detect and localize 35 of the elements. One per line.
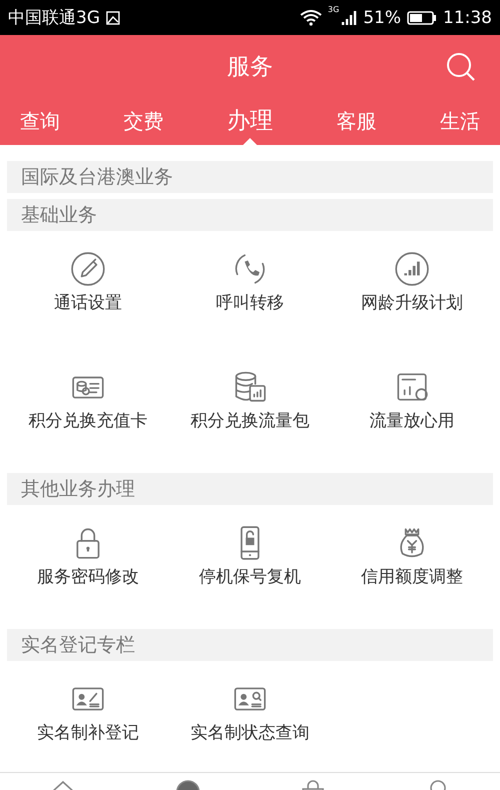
- service-item[interactable]: 积分兑换流量包: [169, 349, 331, 467]
- battery-percent: 51%: [363, 8, 401, 28]
- service-label: 实名制补登记: [37, 722, 139, 744]
- wifi-icon: [300, 10, 322, 26]
- service-label: 停机保号复机: [199, 566, 301, 588]
- service-item[interactable]: 呼叫转移: [169, 231, 331, 349]
- signal-icon: [341, 10, 358, 26]
- signal-icon: [394, 251, 430, 287]
- page-title: 服务: [227, 52, 273, 82]
- carrier-name: 中国联通3G: [8, 7, 100, 29]
- service-item[interactable]: 服务密码修改: [7, 505, 169, 623]
- service-item[interactable]: 通话设置: [7, 231, 169, 349]
- service-item[interactable]: 实名制补登记: [7, 661, 169, 772]
- search-icon[interactable]: [446, 52, 476, 82]
- service-label: 网龄升级计划: [361, 292, 463, 314]
- clock-time: 11:38: [443, 8, 492, 28]
- service-item[interactable]: 信用额度调整: [331, 505, 493, 623]
- service-item[interactable]: 积分兑换充值卡: [7, 349, 169, 467]
- section-header[interactable]: 基础业务: [7, 202, 97, 228]
- service-label: 呼叫转移: [216, 292, 284, 314]
- service-label: 通话设置: [54, 292, 122, 314]
- service-label: 流量放心用: [370, 410, 454, 432]
- service-label: 积分兑换充值卡: [28, 410, 148, 432]
- image-icon: [106, 10, 120, 24]
- service-label: 实名制状态查询: [190, 722, 310, 744]
- service-item[interactable]: 网龄升级计划: [331, 231, 493, 349]
- service-label: 积分兑换流量包: [190, 410, 310, 432]
- pencil-icon: [70, 251, 106, 287]
- service-item[interactable]: 流量放心用: [331, 349, 493, 467]
- service-item[interactable]: 停机保号复机: [169, 505, 331, 623]
- service-item[interactable]: 实名制状态查询: [169, 661, 331, 772]
- network-type: 3G: [328, 5, 340, 14]
- battery-icon: [407, 10, 437, 26]
- service-label: 信用额度调整: [361, 566, 463, 588]
- service-label: 服务密码修改: [37, 566, 139, 588]
